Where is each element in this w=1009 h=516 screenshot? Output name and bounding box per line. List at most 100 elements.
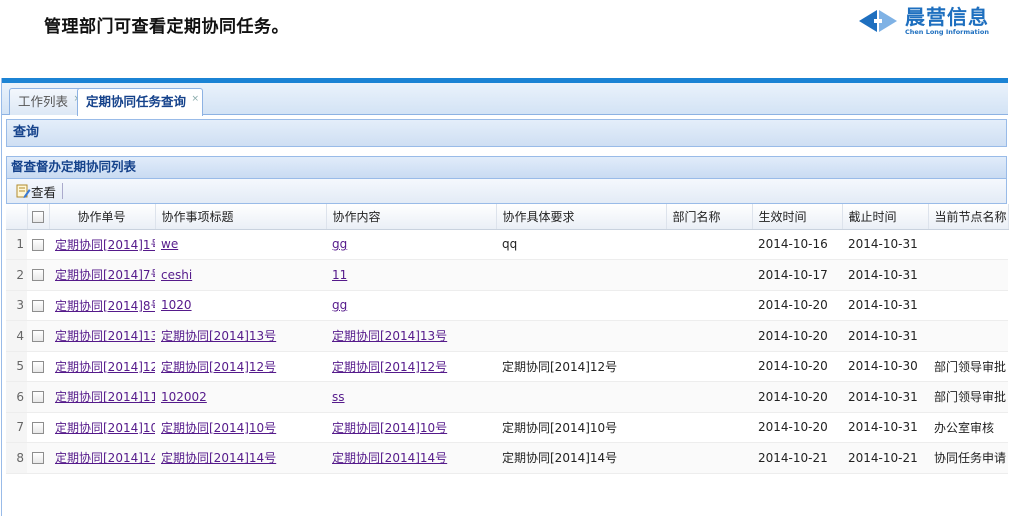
cell-content: 定期协同[2014]12号 — [326, 351, 496, 382]
cell-link-content[interactable]: 定期协同[2014]10号 — [332, 421, 447, 435]
tab-strip: 工作列表 × 定期协同任务查询 × — [2, 83, 1008, 116]
row-select-cell[interactable] — [27, 260, 49, 291]
cell-id: 定期协同[2014]13号 — [49, 321, 155, 352]
query-panel-header[interactable]: 查询 — [6, 119, 1007, 147]
row-number-header — [6, 204, 28, 230]
cell-link-id[interactable]: 定期协同[2014]11号 — [55, 390, 155, 404]
cell-content: gg — [326, 229, 496, 260]
cell-start: 2014-10-20 — [758, 389, 828, 404]
cell-link-content[interactable]: 定期协同[2014]14号 — [332, 451, 447, 465]
cell-link-id[interactable]: 定期协同[2014]1号 — [55, 238, 155, 252]
cell-title: 定期协同[2014]14号 — [155, 443, 326, 474]
slide-title: 管理部门可查看定期协同任务。 — [44, 17, 289, 37]
cell-node — [928, 260, 1008, 291]
row-checkbox[interactable] — [32, 330, 44, 343]
row-number: 4 — [6, 320, 27, 351]
cell-end: 2014-10-21 — [848, 450, 918, 465]
table-row[interactable]: 6 定期协同[2014]11号 102002 ss 2014-10-20 2014-10-… — [6, 381, 1008, 413]
cell-link-title[interactable]: 定期协同[2014]10号 — [161, 421, 276, 435]
row-checkbox[interactable] — [32, 238, 44, 251]
query-panel-title: 查询 — [13, 125, 40, 140]
column-header-title[interactable]: 协作事项标题 — [155, 204, 327, 230]
cell-id: 定期协同[2014]11号 — [49, 382, 155, 413]
select-all-header[interactable] — [27, 204, 50, 230]
cell-link-title[interactable]: we — [161, 237, 178, 251]
cell-title: 102002 — [155, 382, 326, 413]
tab-label: 定期协同任务查询 — [86, 94, 187, 109]
cell-dept — [666, 260, 752, 291]
cell-link-title[interactable]: ceshi — [161, 268, 192, 282]
cell-end: 2014-10-31 — [848, 237, 918, 252]
select-all-checkbox[interactable] — [32, 210, 44, 223]
row-checkbox[interactable] — [32, 299, 44, 312]
column-header-content[interactable]: 协作内容 — [326, 204, 497, 230]
cell-start: 2014-10-16 — [758, 237, 828, 252]
cell-link-id[interactable]: 定期协同[2014]13号 — [55, 329, 155, 343]
cell-link-title[interactable]: 定期协同[2014]13号 — [161, 329, 276, 343]
cell-link-content[interactable]: gg — [332, 237, 347, 251]
cell-link-content[interactable]: 定期协同[2014]12号 — [332, 360, 447, 374]
cell-end: 2014-10-31 — [848, 267, 918, 282]
table-row[interactable]: 4定期协同[2014]13号定期协同[2014]13号定期协同[2014]13号… — [6, 320, 1008, 352]
cell-title: 定期协同[2014]13号 — [155, 321, 326, 352]
table-row[interactable]: 1 定期协同[2014]1号 we gg qq 2014-10-16 2014-10-31 — [6, 229, 1008, 260]
cell-dept — [666, 321, 752, 352]
cell-title: 定期协同[2014]12号 — [155, 351, 326, 382]
cell-link-id[interactable]: 定期协同[2014]8号 — [55, 299, 155, 313]
row-checkbox[interactable] — [32, 360, 44, 373]
table-row[interactable]: 2 定期协同[2014]7号 ceshi 11 2014-10-17 2014-10-31 — [6, 259, 1008, 291]
table-row[interactable]: 3 定期协同[2014]8号 1020 gg 2014-10-20 2014-10-31 — [6, 290, 1008, 321]
list-panel-header: 督查督办定期协同列表 — [6, 156, 1007, 178]
cell-link-content[interactable]: gg — [332, 298, 347, 312]
cell-link-id[interactable]: 定期协同[2014]7号 — [55, 268, 155, 282]
cell-link-id[interactable]: 定期协同[2014]14号 — [55, 451, 155, 465]
column-header-requirement[interactable]: 协作具体要求 — [496, 204, 667, 230]
cell-link-title[interactable]: 定期协同[2014]12号 — [161, 360, 276, 374]
row-select-cell[interactable] — [27, 229, 49, 260]
view-button[interactable]: 查看 — [15, 182, 56, 201]
cell-content: 11 — [326, 260, 496, 291]
cell-content: 定期协同[2014]14号 — [326, 443, 496, 474]
cell-req — [496, 321, 666, 352]
cell-link-content[interactable]: ss — [332, 390, 345, 404]
cell-id: 定期协同[2014]8号 — [49, 290, 155, 321]
column-header-current-node[interactable]: 当前节点名称 — [928, 204, 1009, 230]
logo-text-cn: 晨营信息 — [905, 5, 989, 29]
row-select-cell[interactable] — [27, 321, 49, 352]
table-row[interactable]: 7定期协同[2014]10号定期协同[2014]10号定期协同[2014]10号… — [6, 412, 1008, 443]
table-row[interactable]: 5定期协同[2014]12号定期协同[2014]12号定期协同[2014]12号… — [6, 351, 1008, 382]
table-row[interactable]: 8定期协同[2014]14号定期协同[2014]14号定期协同[2014]14号… — [6, 442, 1008, 474]
row-checkbox[interactable] — [32, 269, 44, 282]
row-select-cell[interactable] — [27, 382, 49, 413]
cell-end: 2014-10-31 — [848, 298, 918, 313]
column-header-end-time[interactable]: 截止时间 — [842, 204, 929, 230]
cell-req: 定期协同[2014]10号 — [502, 420, 618, 435]
tab-work-list[interactable]: 工作列表 × — [9, 88, 86, 115]
cell-title: 定期协同[2014]10号 — [155, 412, 326, 443]
row-select-cell[interactable] — [27, 412, 49, 443]
cell-link-content[interactable]: 定期协同[2014]13号 — [332, 329, 447, 343]
row-select-cell[interactable] — [27, 443, 49, 474]
row-checkbox[interactable] — [32, 391, 44, 404]
row-checkbox[interactable] — [32, 452, 44, 465]
cell-req — [496, 290, 666, 321]
column-header-id[interactable]: 协作单号 — [49, 204, 156, 230]
cell-link-title[interactable]: 102002 — [161, 390, 207, 404]
cell-link-id[interactable]: 定期协同[2014]12号 — [55, 360, 155, 374]
cell-link-title[interactable]: 定期协同[2014]14号 — [161, 451, 276, 465]
cell-link-title[interactable]: 1020 — [161, 298, 192, 312]
column-header-department[interactable]: 部门名称 — [666, 204, 753, 230]
cell-end: 2014-10-30 — [848, 359, 918, 374]
row-number: 3 — [6, 290, 27, 321]
tab-periodic-task-query[interactable]: 定期协同任务查询 × — [77, 86, 204, 116]
row-select-cell[interactable] — [27, 290, 49, 321]
row-checkbox[interactable] — [32, 421, 44, 434]
column-header-start-time[interactable]: 生效时间 — [752, 204, 843, 230]
cell-link-content[interactable]: 11 — [332, 268, 347, 282]
close-icon[interactable]: × — [191, 86, 199, 112]
cell-dept — [666, 351, 752, 382]
row-select-cell[interactable] — [27, 351, 49, 382]
cell-id: 定期协同[2014]7号 — [49, 260, 155, 291]
cell-link-id[interactable]: 定期协同[2014]10号 — [55, 421, 155, 435]
cell-title: ceshi — [155, 260, 326, 291]
